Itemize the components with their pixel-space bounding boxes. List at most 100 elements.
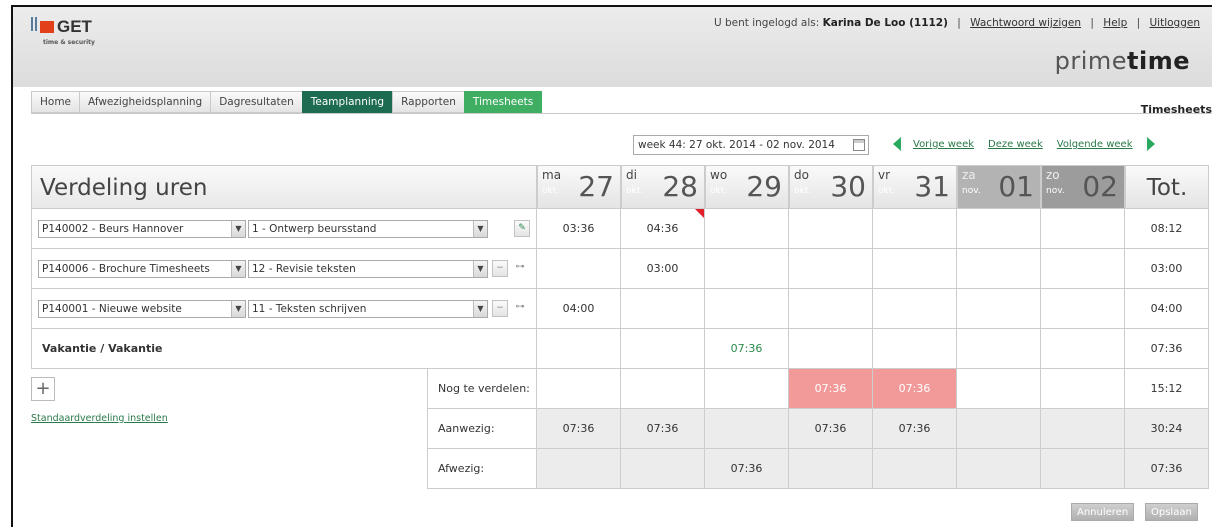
- summary-total: 30:24: [1125, 409, 1209, 449]
- hours-cell[interactable]: [873, 209, 957, 249]
- hours-cell[interactable]: [873, 289, 957, 329]
- week-selector-input[interactable]: week 44: 27 okt. 2014 - 02 nov. 2014: [633, 135, 869, 155]
- brand-suffix: time: [1127, 47, 1190, 75]
- hours-cell: [957, 329, 1041, 369]
- hours-cell[interactable]: [705, 209, 789, 249]
- hours-cell[interactable]: [873, 249, 957, 289]
- hours-cell[interactable]: [789, 249, 873, 289]
- vacation-row: Vakantie / Vakantie: [31, 329, 537, 369]
- hours-cell[interactable]: [621, 289, 705, 329]
- remove-icon[interactable]: −: [492, 300, 508, 317]
- add-row-button[interactable]: +: [31, 377, 55, 401]
- hours-cell: [537, 329, 621, 369]
- day-header: wo okt. 29: [705, 165, 789, 209]
- summary-cell: 07:36: [789, 409, 873, 449]
- tab-home[interactable]: Home: [31, 91, 81, 113]
- project-select[interactable]: P140002 - Beurs Hannover ▼: [38, 220, 246, 238]
- hours-cell[interactable]: [705, 249, 789, 289]
- summary-cell: [957, 449, 1041, 489]
- next-week-link[interactable]: Volgende week: [1057, 139, 1133, 150]
- summary-cell: [1041, 409, 1125, 449]
- change-password-link[interactable]: Wachtwoord wijzigen: [970, 17, 1081, 29]
- summary-cell: 07:36: [537, 409, 621, 449]
- hours-cell[interactable]: [1041, 249, 1125, 289]
- separator: |: [1090, 17, 1094, 29]
- day-number: 27: [578, 170, 614, 203]
- summary-cell: [621, 449, 705, 489]
- total-header: Tot.: [1125, 165, 1209, 209]
- tab-afwezigheidsplanning[interactable]: Afwezigheidsplanning: [79, 91, 212, 113]
- summary-cell: [705, 369, 789, 409]
- tab-rapporten[interactable]: Rapporten: [392, 91, 465, 113]
- summary-cell: 07:36: [621, 409, 705, 449]
- user-name: Karina De Loo (1112): [822, 17, 948, 29]
- table-row: P140006 - Brochure Timesheets ▼ 12 - Revi…: [31, 249, 537, 289]
- day-month: okt.: [878, 186, 896, 196]
- task-select[interactable]: 11 - Teksten schrijven ▼: [248, 300, 488, 318]
- vacation-label: Vakantie / Vakantie: [42, 342, 163, 355]
- previous-arrow-icon[interactable]: [893, 137, 901, 151]
- hours-cell[interactable]: 03:36: [537, 209, 621, 249]
- link-icon[interactable]: ⊶: [512, 300, 528, 317]
- logo-bars-icon: [31, 17, 39, 31]
- day-month: okt.: [710, 186, 728, 196]
- user-line: U bent ingelogd als: Karina De Loo (1112…: [714, 17, 1200, 29]
- hours-cell[interactable]: [705, 289, 789, 329]
- remove-icon[interactable]: −: [492, 260, 508, 277]
- summary-label: Aanwezig:: [427, 409, 537, 449]
- hours-cell[interactable]: 03:00: [621, 249, 705, 289]
- previous-week-link[interactable]: Vorige week: [913, 139, 974, 150]
- summary-label: Nog te verdelen:: [427, 369, 537, 409]
- tab-underline: [31, 113, 1212, 114]
- hours-cell[interactable]: [1041, 209, 1125, 249]
- summary-cell-warning: 07:36: [873, 369, 957, 409]
- tab-dagresultaten[interactable]: Dagresultaten: [210, 91, 303, 113]
- day-number: 28: [662, 170, 698, 203]
- summary-total: 07:36: [1125, 449, 1209, 489]
- day-month: okt.: [542, 186, 560, 196]
- logout-link[interactable]: Uitloggen: [1149, 17, 1200, 29]
- calendar-icon[interactable]: [853, 139, 865, 151]
- day-header-weekend: za nov. 01: [957, 165, 1041, 209]
- cancel-button[interactable]: Annuleren: [1071, 503, 1135, 521]
- brand-logo: primetime: [1055, 47, 1190, 75]
- row-total: 03:00: [1125, 249, 1209, 289]
- next-arrow-icon[interactable]: [1146, 137, 1155, 151]
- section-title: Timesheets: [1140, 103, 1212, 116]
- task-select[interactable]: 12 - Revisie teksten ▼: [248, 260, 488, 278]
- task-select[interactable]: 1 - Ontwerp beursstand ▼: [248, 220, 488, 238]
- project-select[interactable]: P140006 - Brochure Timesheets ▼: [38, 260, 246, 278]
- hours-cell[interactable]: [957, 249, 1041, 289]
- main-tabs: Home Afwezigheidsplanning Dagresultaten …: [31, 91, 543, 113]
- help-link[interactable]: Help: [1103, 17, 1127, 29]
- hours-cell[interactable]: [537, 249, 621, 289]
- project-select-value: P140006 - Brochure Timesheets: [42, 263, 210, 275]
- day-abbr: wo: [710, 168, 728, 182]
- row-total: 07:36: [1125, 329, 1209, 369]
- save-button[interactable]: Opslaan: [1145, 503, 1198, 521]
- day-header: di okt. 28: [621, 165, 705, 209]
- hours-cell[interactable]: [957, 289, 1041, 329]
- tab-teamplanning[interactable]: Teamplanning: [301, 91, 394, 113]
- project-select[interactable]: P140001 - Nieuwe website ▼: [38, 300, 246, 318]
- chevron-down-icon: ▼: [231, 221, 245, 237]
- task-select-value: 12 - Revisie teksten: [252, 263, 356, 275]
- hours-cell[interactable]: [789, 209, 873, 249]
- task-select-value: 11 - Teksten schrijven: [252, 303, 367, 315]
- hours-cell[interactable]: 04:36: [621, 209, 705, 249]
- day-header-weekend: zo nov. 02: [1041, 165, 1125, 209]
- standard-distribution-link[interactable]: Standaardverdeling instellen: [31, 413, 168, 424]
- this-week-link[interactable]: Deze week: [988, 139, 1043, 150]
- hours-cell[interactable]: [957, 209, 1041, 249]
- summary-cell: [621, 369, 705, 409]
- tab-timesheets[interactable]: Timesheets: [463, 91, 543, 113]
- hours-cell[interactable]: [1041, 289, 1125, 329]
- table-title: Verdeling uren: [31, 165, 537, 209]
- link-icon[interactable]: ⊶: [512, 260, 528, 277]
- hours-cell[interactable]: [789, 289, 873, 329]
- summary-cell: [957, 369, 1041, 409]
- summary-cell: 07:36: [873, 409, 957, 449]
- pin-icon[interactable]: ✎: [514, 220, 530, 237]
- hours-cell[interactable]: 04:00: [537, 289, 621, 329]
- summary-cell: [1041, 449, 1125, 489]
